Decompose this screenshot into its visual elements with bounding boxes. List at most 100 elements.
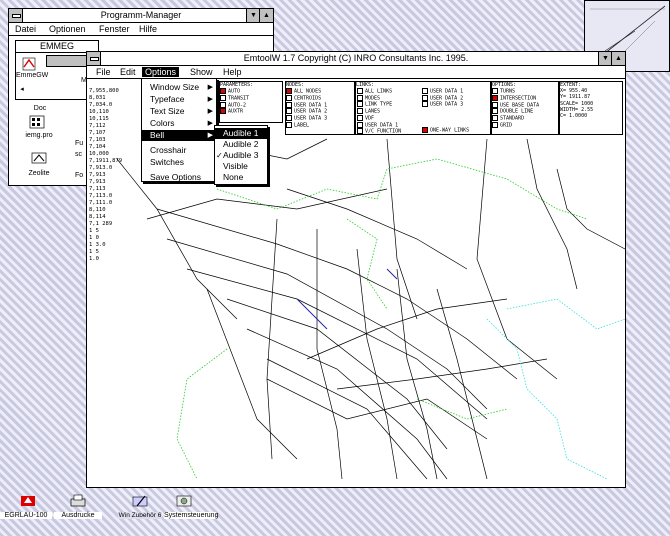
menu-item-label: Switches — [150, 157, 185, 167]
legend-item[interactable]: DOUBLE LINE — [492, 108, 558, 115]
readout-line: 1 3.0 — [89, 242, 106, 248]
legend-item[interactable]: ALL NODES — [286, 88, 354, 95]
options-menu-item[interactable]: Switches — [142, 157, 216, 168]
options-menu[interactable]: Window Size ▶ Typeface ▶ Text Size ▶ Colors ▶ Be… — [141, 78, 217, 182]
legend-item[interactable]: AUTO — [220, 88, 282, 95]
menu-hilfe[interactable]: Hilfe — [139, 24, 157, 34]
readout-line: 7,103 — [89, 137, 106, 143]
scroll-left-icon[interactable]: ◂ — [18, 85, 26, 93]
legend-item[interactable]: INTERSECTION — [492, 94, 558, 102]
taskbar-label-ausdrucke[interactable]: Ausdrucke — [54, 512, 102, 519]
legend-item[interactable]: MODES — [357, 94, 401, 102]
zeolite-icon[interactable] — [29, 151, 49, 167]
legend-item[interactable]: VDF — [357, 114, 401, 122]
program-manager-titlebar[interactable]: Programm-Manager ▼ ▲ — [9, 9, 273, 23]
readout-line: 8,114 — [89, 214, 106, 220]
menu-item-label: Window Size — [150, 82, 200, 92]
maximize-icon[interactable]: ▲ — [611, 52, 625, 65]
legend-item[interactable]: GRID — [492, 121, 558, 129]
menu-help[interactable]: Help — [223, 67, 242, 77]
legend-item[interactable]: USER DATA 3 — [422, 101, 469, 108]
readout-line: 7,913 — [89, 179, 106, 185]
pen-icon[interactable] — [130, 494, 150, 510]
options-menu-item[interactable]: Window Size ▶ — [142, 82, 216, 93]
menu-fenster[interactable]: Fenster — [99, 24, 130, 34]
readout-line: 1 0 — [89, 235, 99, 241]
legend-item[interactable]: AUTO-2 — [220, 101, 282, 109]
submenu-arrow-icon: ▶ — [207, 132, 213, 139]
readout-line: 7,104 — [89, 144, 106, 150]
legend-item[interactable]: LABEL — [286, 121, 354, 129]
legend-item[interactable]: USER DATA 2 — [422, 94, 469, 102]
legend-item[interactable]: USER DATA 1 — [357, 121, 401, 129]
menu-item-label: None — [223, 172, 244, 182]
legend-item[interactable]: TURNS — [492, 88, 558, 95]
printer-icon[interactable] — [68, 494, 88, 510]
options-menu-item[interactable]: Text Size ▶ — [142, 106, 216, 117]
bell-submenu[interactable]: Audible 1 Audible 2 ✓ Audible 3 Visible None — [214, 125, 268, 185]
behind-fragment: Fo — [75, 172, 84, 179]
program-manager-menubar: Datei Optionen Fenster Hilfe — [9, 23, 273, 36]
emtool-titlebar[interactable]: EmtoolW 1.7 Copyright (C) INRO Consultan… — [87, 52, 625, 66]
taskbar-label-egrlau[interactable]: EGRLAU-100 — [0, 512, 52, 519]
minimize-icon[interactable]: ▼ — [246, 9, 260, 22]
readout-line: 7,913 — [89, 172, 106, 178]
minimize-icon[interactable]: ▼ — [598, 52, 612, 65]
flag-icon[interactable] — [18, 494, 38, 510]
taskbar-label-zubehoer[interactable]: Win Zubehör 6 — [118, 512, 162, 519]
legend-item[interactable]: LINK TYPE — [357, 101, 401, 108]
menu-options[interactable]: Options — [142, 67, 180, 77]
taskbar-label-systemsteuerung[interactable]: Systemsteuerung — [164, 512, 218, 519]
menu-optionen[interactable]: Optionen — [49, 24, 86, 34]
readout-line: 7,111.0 — [89, 200, 113, 206]
legend-item[interactable]: USER DATA 1 — [422, 88, 469, 95]
menu-item-label: Bell — [150, 130, 165, 140]
doc-icon-label[interactable]: Doc — [25, 105, 55, 112]
legend-nodes: NODES: ALL NODES CENTROIDS USER DATA 1 U… — [285, 81, 355, 135]
readout-line: 1 5 — [89, 249, 99, 255]
menu-file[interactable]: File — [96, 67, 111, 77]
legend-item[interactable]: CENTROIDS — [286, 94, 354, 102]
options-menu-item[interactable]: Bell ▶ — [142, 130, 216, 141]
options-menu-item[interactable]: Typeface ▶ — [142, 94, 216, 105]
bell-submenu-item[interactable]: Audible 1 — [215, 128, 267, 139]
legend-item[interactable]: USER DATA 1 — [286, 101, 354, 109]
options-menu-item[interactable]: Colors ▶ — [142, 118, 216, 129]
options-menu-item[interactable]: Crosshair — [142, 145, 216, 156]
legend-item[interactable]: STANDARD — [492, 115, 558, 122]
submenu-arrow-icon: ▶ — [207, 108, 213, 115]
menu-datei[interactable]: Datei — [15, 24, 36, 34]
legend-item[interactable]: AUXTR — [220, 108, 282, 115]
legend-item[interactable]: TRANSIT — [220, 94, 282, 102]
readout-line: 7,113.0 — [89, 193, 113, 199]
group-scrollbar[interactable] — [46, 55, 88, 67]
menu-edit[interactable]: Edit — [120, 67, 136, 77]
legend-item[interactable]: LANES — [357, 108, 401, 115]
bell-submenu-item[interactable]: Visible — [215, 161, 267, 172]
legend-item[interactable]: USER DATA 3 — [286, 115, 354, 122]
readout-line: 7,955,800 — [89, 88, 119, 94]
maximize-icon[interactable]: ▲ — [259, 9, 273, 22]
zeolite-icon-label: Zeolite — [28, 170, 50, 177]
bell-submenu-item[interactable]: None — [215, 172, 267, 183]
legend-item[interactable]: USER DATA 2 — [286, 108, 354, 115]
emme-icon[interactable] — [18, 57, 40, 73]
project-icon[interactable] — [27, 115, 47, 131]
submenu-arrow-icon: ▶ — [207, 96, 213, 103]
emme-icon-label: EmmeGW — [16, 72, 49, 79]
legend-options: OPTIONS: TURNS INTERSECTION USE BASE DAT… — [491, 81, 559, 135]
options-menu-item[interactable]: Save Options — [142, 172, 216, 183]
control-panel-icon[interactable] — [174, 494, 194, 510]
readout-line: 7,1911,879 — [89, 158, 123, 164]
menu-item-label: Text Size — [150, 106, 185, 116]
readout-line: 8,031 — [89, 95, 106, 101]
bell-submenu-item[interactable]: Audible 2 — [215, 139, 267, 150]
bell-submenu-item[interactable]: ✓ Audible 3 — [215, 150, 267, 161]
emtool-window[interactable]: EmtoolW 1.7 Copyright (C) INRO Consultan… — [86, 51, 626, 488]
legend-item[interactable]: USE BASE DATA — [492, 101, 558, 109]
legend-item[interactable]: V/C FUNCTION — [357, 128, 401, 135]
legend-item[interactable]: ONE-WAY LINKS — [422, 126, 469, 134]
legend-item[interactable]: ALL LINKS — [357, 88, 401, 95]
menu-show[interactable]: Show — [190, 67, 213, 77]
behind-fragment: sc — [75, 151, 82, 158]
